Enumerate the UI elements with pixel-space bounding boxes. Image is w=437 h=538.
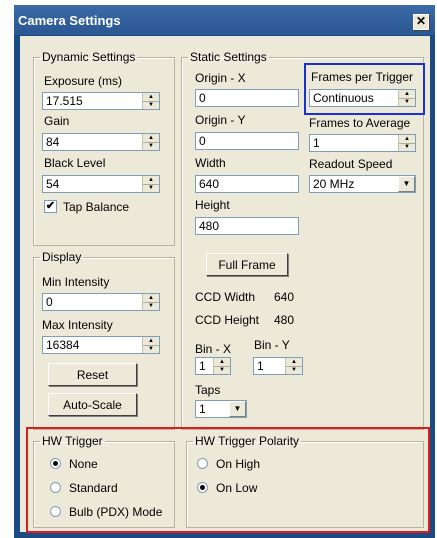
dialog-client-area: Dynamic Settings Exposure (ms) ▲▼ Gain ▲… bbox=[20, 36, 430, 533]
gain-label: Gain bbox=[44, 114, 70, 128]
taps-value: 1 bbox=[199, 402, 206, 416]
spin-down-icon[interactable]: ▼ bbox=[399, 143, 415, 151]
exposure-label: Exposure (ms) bbox=[44, 74, 123, 88]
window-title: Camera Settings bbox=[18, 13, 121, 28]
ccd-height-label: CCD Height bbox=[195, 313, 260, 327]
spin-down-icon[interactable]: ▼ bbox=[286, 366, 302, 374]
tap-balance-checkbox[interactable]: ✔ bbox=[44, 200, 57, 213]
origin-x-label: Origin - X bbox=[195, 71, 246, 85]
readout-speed-label: Readout Speed bbox=[309, 157, 393, 171]
readout-speed-dropdown-icon[interactable]: ▼ bbox=[398, 176, 415, 192]
spin-down-icon[interactable]: ▼ bbox=[143, 101, 159, 109]
width-input[interactable] bbox=[195, 175, 299, 193]
black-level-label: Black Level bbox=[44, 156, 106, 170]
bin-y-label: Bin - Y bbox=[254, 338, 290, 352]
spin-down-icon[interactable]: ▼ bbox=[143, 302, 159, 310]
hw-trigger-highlight bbox=[26, 427, 430, 533]
bin-x-spinner[interactable]: ▲ ▼ bbox=[213, 358, 230, 374]
spin-down-icon[interactable]: ▼ bbox=[214, 366, 230, 374]
width-label: Width bbox=[195, 156, 226, 170]
origin-x-input[interactable] bbox=[195, 89, 299, 107]
max-intensity-spinner[interactable]: ▲ ▼ bbox=[142, 337, 159, 353]
spin-down-icon[interactable]: ▼ bbox=[143, 142, 159, 150]
ccd-height-value: 480 bbox=[274, 313, 295, 327]
min-intensity-spinner[interactable]: ▲ ▼ bbox=[142, 294, 159, 310]
tap-balance-label: Tap Balance bbox=[63, 200, 130, 214]
bin-x-label: Bin - X bbox=[195, 342, 232, 356]
exposure-spinner[interactable]: ▲ ▼ bbox=[142, 93, 159, 109]
readout-speed-value: 20 MHz bbox=[313, 177, 355, 191]
spin-down-icon[interactable]: ▼ bbox=[143, 345, 159, 353]
frames-per-trigger-highlight bbox=[304, 63, 425, 115]
spin-down-icon[interactable]: ▼ bbox=[143, 184, 159, 192]
taps-label: Taps bbox=[195, 383, 221, 397]
reset-button[interactable]: Reset bbox=[48, 363, 137, 386]
static-settings-legend: Static Settings bbox=[190, 50, 267, 64]
max-intensity-label: Max Intensity bbox=[42, 318, 113, 332]
gain-spinner[interactable]: ▲ ▼ bbox=[142, 134, 159, 150]
height-input[interactable] bbox=[195, 217, 299, 235]
height-label: Height bbox=[195, 198, 230, 212]
auto-scale-button[interactable]: Auto-Scale bbox=[48, 393, 137, 416]
min-intensity-label: Min Intensity bbox=[42, 275, 110, 289]
frames-to-average-label: Frames to Average bbox=[309, 116, 411, 130]
origin-y-input[interactable] bbox=[195, 132, 299, 150]
taps-dropdown-icon[interactable]: ▼ bbox=[229, 401, 246, 417]
black-level-spinner[interactable]: ▲ ▼ bbox=[142, 176, 159, 192]
ccd-width-label: CCD Width bbox=[195, 290, 256, 304]
bin-y-spinner[interactable]: ▲ ▼ bbox=[285, 358, 302, 374]
camera-settings-window: Camera Settings ✕ Dynamic Settings Expos… bbox=[14, 5, 435, 538]
ccd-width-value: 640 bbox=[274, 290, 295, 304]
display-legend: Display bbox=[42, 250, 82, 264]
origin-y-label: Origin - Y bbox=[195, 113, 246, 127]
title-bar[interactable]: Camera Settings ✕ bbox=[14, 5, 435, 35]
close-icon[interactable]: ✕ bbox=[413, 14, 429, 30]
dynamic-settings-legend: Dynamic Settings bbox=[42, 50, 136, 64]
frames-to-average-spinner[interactable]: ▲ ▼ bbox=[398, 135, 415, 151]
full-frame-button[interactable]: Full Frame bbox=[206, 253, 288, 276]
